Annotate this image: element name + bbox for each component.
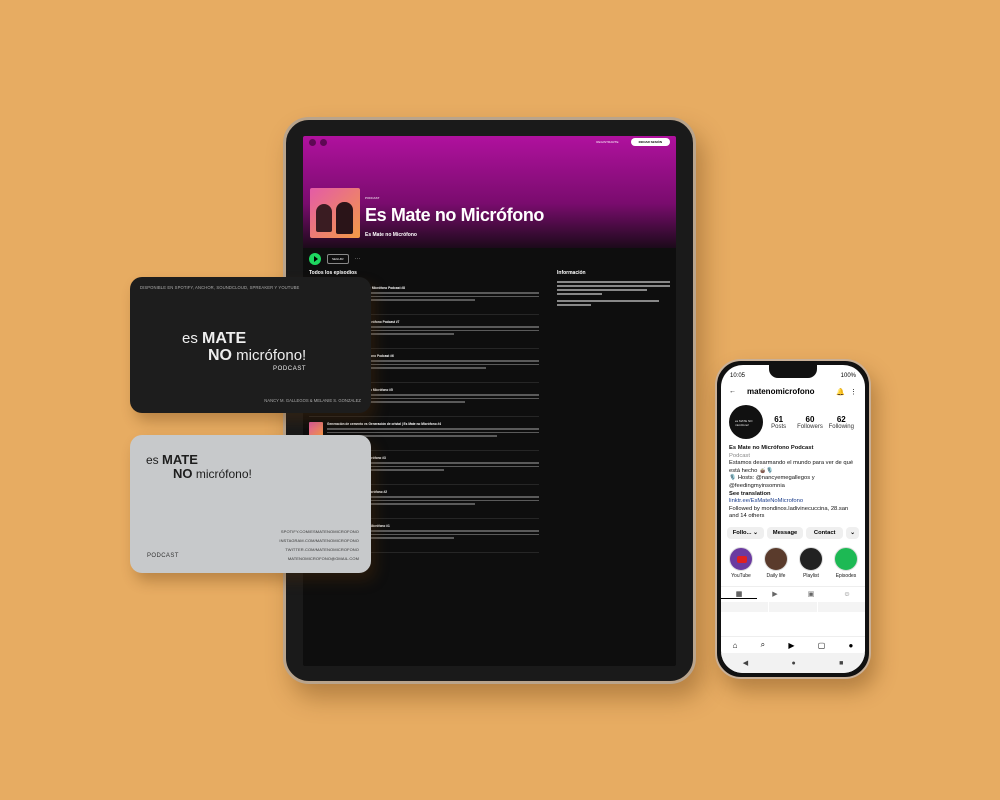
home-icon[interactable]: ⌂ (733, 641, 738, 650)
logo-podcast: PODCAST (272, 366, 307, 372)
cover-person (316, 204, 332, 232)
profile-username: matenomicrofono (747, 387, 815, 396)
business-card-black: DISPONIBLE EN SPOTIFY, ANCHOR, SOUNDCLOU… (130, 277, 371, 413)
system-nav: ◀ ● ■ (721, 653, 865, 673)
profile-topbar: ← matenomicrofono 🔔 ⋮ (721, 382, 865, 401)
logo-es: es (182, 330, 198, 347)
recents-square-icon[interactable]: ■ (839, 660, 843, 667)
bio-hosts: 🎙️ Hosts: @nancyemegallegos y @feedingmy… (729, 475, 815, 489)
search-icon[interactable]: ⌕ (761, 640, 765, 650)
podcast-type-label: PODCAST (365, 196, 380, 200)
highlight-episodes[interactable]: Episodes (834, 546, 858, 579)
signup-link[interactable]: REGISTRARTE (596, 140, 618, 144)
more-options-icon[interactable]: ··· (355, 256, 361, 262)
bio-category: Podcast (729, 452, 750, 459)
posts-count[interactable]: 61 Posts (763, 415, 794, 430)
battery-level: 100% (840, 372, 856, 379)
logo-microphone: micrófono! (236, 347, 307, 364)
profile-bio: Es Mate no Micrófono Podcast Podcast Est… (721, 443, 865, 523)
contact-link: INSTAGRAM.COM/MATENOMICROFONO (279, 538, 359, 543)
bio-name: Es Mate no Micrófono Podcast (729, 445, 814, 451)
bottom-nav: ⌂ ⌕ ▶ ▢ ● (721, 636, 865, 653)
more-options-icon[interactable]: ⋮ (850, 388, 857, 396)
login-button[interactable]: INICIAR SESIÓN (630, 138, 670, 146)
instagram-screen: 10:05 100% ← matenomicrofono 🔔 ⋮ es MATE… (721, 365, 865, 673)
logo-es: es (146, 453, 159, 467)
contact-links: SPOTIFY.COM/ESMATENOMICROFONO INSTAGRAM.… (279, 527, 359, 563)
play-button[interactable] (309, 253, 321, 265)
contact-link: MATENOMICROFONO@GMAIL.COM (287, 556, 359, 561)
podcast-logo: es MATE NO micrófono! PODCAST (182, 330, 307, 373)
forward-arrow-icon[interactable] (320, 138, 327, 146)
avatar[interactable]: es MATE NO micrófono! (729, 405, 763, 439)
shop-icon[interactable]: ▢ (818, 641, 826, 650)
follow-button[interactable]: Follo... ⌄ (727, 526, 764, 539)
highlight-daily-life[interactable]: Daily life (764, 546, 788, 579)
logo-mate: MATE (162, 452, 198, 467)
story-highlights: YouTube Daily life Playlist Episodes (721, 543, 865, 583)
followers-count[interactable]: 60 Followers (794, 415, 825, 430)
posts-grid (721, 601, 865, 612)
suggested-button[interactable]: ⌄ (846, 526, 860, 539)
highlight-playlist[interactable]: Playlist (799, 546, 823, 579)
clock: 10:05 (730, 372, 746, 379)
contact-link: TWITTER.COM/MATENOMICROFONO (285, 547, 359, 552)
bio-link[interactable]: linktr.ee/EsMateNoMicrofono (729, 498, 857, 506)
highlight-youtube[interactable]: YouTube (729, 546, 753, 579)
profile-tabs: ▦ ▶ ▣ ☺ (721, 585, 865, 602)
see-translation-link[interactable]: See translation (729, 491, 857, 499)
profile-actions: Follo... ⌄ Message Contact ⌄ (721, 523, 865, 543)
profile-stats: es MATE NO micrófono! 61 Posts 60 Follower… (721, 401, 865, 443)
bio-text: Estamos desarmando el mundo para ver de … (729, 460, 854, 474)
podcast-header: REGISTRARTE INICIAR SESIÓN PODCAST Es Ma… (303, 136, 676, 248)
podcast-title: Es Mate no Micrófono (365, 205, 545, 225)
reels-icon[interactable]: ▶ (788, 641, 794, 650)
guides-tab-icon[interactable]: ▣ (793, 590, 829, 598)
business-card-grey: es MATE NO micrófono! SPOTIFY.COM/ESMATE… (130, 435, 371, 573)
cover-person (336, 202, 353, 234)
message-button[interactable]: Message (766, 526, 804, 539)
action-bar: SEGUIR ··· (303, 248, 676, 270)
logo-microphone: micrófono! (195, 467, 252, 481)
podcast-author[interactable]: Es Mate no Micrófono (365, 232, 417, 238)
episode-title[interactable]: Generación de cemento vs Generación de c… (327, 422, 539, 426)
home-circle-icon[interactable]: ● (791, 660, 795, 667)
info-heading: Información (557, 270, 586, 276)
bell-icon[interactable]: 🔔 (836, 388, 845, 396)
followed-by[interactable]: Followed by mondinos.ladivinecuccina, 28… (729, 506, 857, 521)
episodes-heading: Todos los episodios (309, 270, 357, 276)
back-arrow-icon[interactable]: ← (729, 388, 736, 395)
reels-tab-icon[interactable]: ▶ (757, 590, 793, 598)
top-bar: REGISTRARTE INICIAR SESIÓN (303, 136, 676, 148)
back-triangle-icon[interactable]: ◀ (743, 659, 748, 667)
logo-no: NO (173, 466, 193, 481)
phone-device: 10:05 100% ← matenomicrofono 🔔 ⋮ es MATE… (715, 359, 871, 679)
contact-link: SPOTIFY.COM/ESMATENOMICROFONO (280, 529, 359, 534)
podcast-label: PODCAST (147, 553, 179, 559)
phone-notch (769, 365, 817, 378)
episode-thumbnail (309, 422, 323, 436)
grid-tab-icon[interactable]: ▦ (721, 590, 757, 599)
back-arrow-icon[interactable] (309, 138, 316, 146)
availability-text: DISPONIBLE EN SPOTIFY, ANCHOR, SOUNDCLOU… (140, 285, 300, 290)
daily-life-icon (764, 546, 788, 571)
following-count[interactable]: 62 Following (826, 415, 857, 430)
info-panel: Información (557, 270, 670, 571)
profile-icon[interactable]: ● (849, 641, 854, 650)
tagged-tab-icon[interactable]: ☺ (829, 591, 865, 598)
follow-button[interactable]: SEGUIR (327, 254, 349, 264)
spotify-icon (834, 546, 858, 571)
podcast-logo: es MATE NO micrófono! (146, 453, 252, 480)
youtube-icon (729, 546, 753, 571)
logo-mate: MATE (202, 330, 247, 347)
podcast-cover (310, 188, 360, 238)
host-names: NANCY M. GALLEGOS & MELANIE S. GONZALEZ (264, 398, 361, 403)
playlist-icon (799, 546, 823, 571)
contact-button[interactable]: Contact (806, 526, 844, 539)
logo-no: NO (208, 347, 232, 364)
